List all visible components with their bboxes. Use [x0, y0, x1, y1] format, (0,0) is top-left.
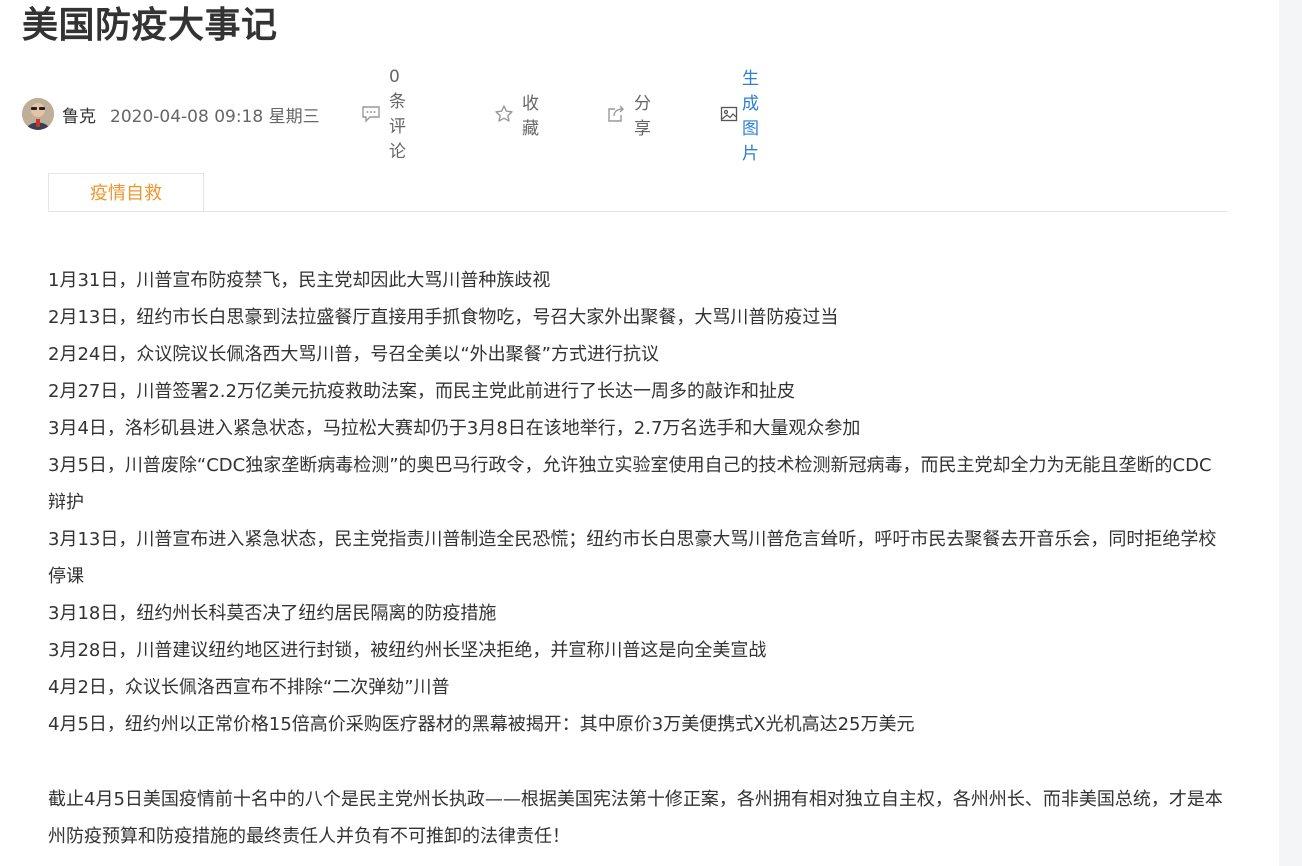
timeline-item: 2月24日，众议院议长佩洛西大骂川普，号召全美以“外出聚餐”方式进行抗议 [48, 344, 660, 365]
timeline-item: 3月13日，川普宣布进入紧急状态，民主党指责川普制造全民恐慌；纽约市长白思豪大骂… [48, 529, 1217, 587]
image-icon [720, 105, 738, 123]
page-right-gutter [1279, 0, 1302, 866]
tab-epidemic-self-rescue[interactable]: 疫情自救 [48, 173, 204, 211]
favorite-button[interactable]: 收藏 [494, 89, 539, 139]
timeline-item: 2月13日，纽约市长白思豪到法拉盛餐厅直接用手抓食物吃，号召大家外出聚餐，大骂川… [48, 307, 839, 328]
timeline-item: 3月4日，洛杉矶县进入紧急状态，马拉松大赛却仍于3月8日在该地举行，2.7万名选… [48, 418, 861, 439]
share-button[interactable]: 分享 [606, 89, 651, 139]
article-meta-bar: 鲁克 2020-04-08 09:18 星期三 0条评论 收藏 分享 生成图片 [22, 67, 759, 164]
star-icon [494, 104, 514, 124]
author-avatar[interactable] [22, 98, 54, 130]
author-name[interactable]: 鲁克 [62, 102, 96, 127]
timeline-item: 3月5日，川普废除“CDC独家垄断病毒检测”的奥巴马行政令，允许独立实验室使用自… [48, 455, 1212, 513]
comments-button[interactable]: 0条评论 [361, 67, 406, 162]
generate-image-label: 生成图片 [742, 69, 759, 164]
timeline-item: 4月2日，众议长佩洛西宣布不排除“二次弹劾”川普 [48, 677, 450, 698]
timeline-item: 3月18日，纽约州长科莫否决了纽约居民隔离的防疫措施 [48, 603, 497, 624]
article-title: 美国防疫大事记 [22, 5, 278, 46]
summary-paragraph: 截止4月5日美国疫情前十名中的八个是民主党州长执政——根据美国宪法第十修正案，各… [48, 789, 1223, 847]
publish-datetime: 2020-04-08 09:18 星期三 [110, 106, 320, 127]
share-label: 分享 [634, 94, 651, 139]
comments-count-label: 0条评论 [389, 66, 406, 162]
share-icon [606, 104, 626, 124]
timeline-item: 3月28日，川普建议纽约地区进行封锁，被纽约州长坚决拒绝，并宣称川普这是向全美宣… [48, 640, 767, 661]
favorite-label: 收藏 [522, 94, 539, 139]
timeline-item: 4月5日，纽约州以正常价格15倍高价采购医疗器材的黑幕被揭开：其中原价3万美便携… [48, 714, 915, 735]
timeline-item: 1月31日，川普宣布防疫禁飞，民主党却因此大骂川普种族歧视 [48, 270, 551, 291]
event-timeline-list: 1月31日，川普宣布防疫禁飞，民主党却因此大骂川普种族歧视 2月13日，纽约市长… [48, 262, 1228, 743]
generate-image-link[interactable]: 生成图片 [720, 64, 759, 164]
tag-tab-bar: 疫情自救 [48, 173, 1228, 212]
comment-icon [361, 105, 381, 123]
timeline-item: 2月27日，川普签署2.2万亿美元抗疫救助法案，而民主党此前进行了长达一周多的敲… [48, 381, 795, 402]
